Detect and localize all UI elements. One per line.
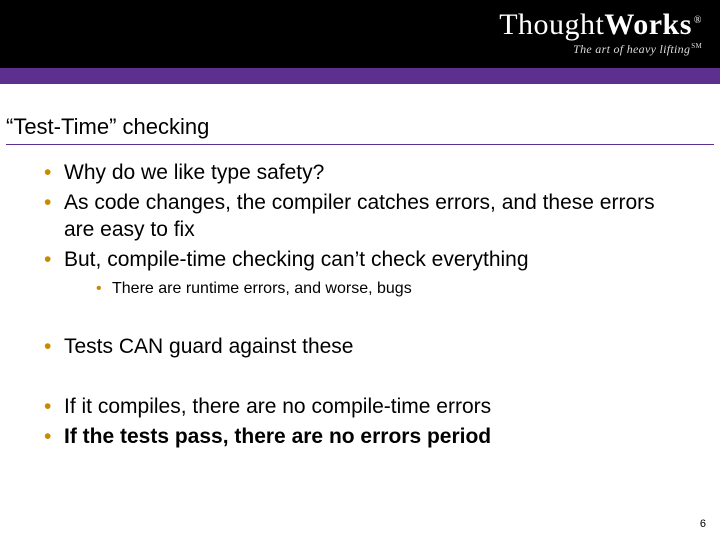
logo-tagline-text: The art of heavy lifting bbox=[573, 42, 690, 56]
logo-part-b: Works bbox=[604, 8, 692, 41]
bullet-text: If the tests pass, there are no errors p… bbox=[64, 425, 491, 448]
title-underline: “Test-Time” checking bbox=[6, 114, 714, 145]
bullet-text: But, compile-time checking can’t check e… bbox=[64, 248, 529, 271]
logo-registered: ® bbox=[694, 15, 702, 26]
logo-part-a: Thought bbox=[499, 8, 604, 41]
header-purple-bar bbox=[0, 68, 720, 84]
page-number: 6 bbox=[700, 518, 706, 530]
bullet-list: Tests CAN guard against these bbox=[40, 334, 690, 360]
list-item: Tests CAN guard against these bbox=[40, 334, 690, 360]
list-item: There are runtime errors, and worse, bug… bbox=[94, 279, 690, 300]
bullet-text: There are runtime errors, and worse, bug… bbox=[112, 280, 412, 297]
list-item: If the tests pass, there are no errors p… bbox=[40, 424, 690, 450]
list-item: If it compiles, there are no compile-tim… bbox=[40, 394, 690, 420]
sub-bullet-list: There are runtime errors, and worse, bug… bbox=[94, 279, 690, 300]
bullet-list: If it compiles, there are no compile-tim… bbox=[40, 394, 690, 451]
list-item: As code changes, the compiler catches er… bbox=[40, 190, 690, 243]
list-item: But, compile-time checking can’t check e… bbox=[40, 247, 690, 300]
bullet-text: Tests CAN guard against these bbox=[64, 335, 354, 358]
logo-sm-mark: SM bbox=[691, 42, 702, 50]
content-area: Why do we like type safety? As code chan… bbox=[40, 160, 690, 455]
spacer bbox=[40, 364, 690, 394]
bullet-text: As code changes, the compiler catches er… bbox=[64, 191, 655, 240]
logo-text: ThoughtWorks® bbox=[499, 10, 702, 40]
slide-title: “Test-Time” checking bbox=[6, 114, 209, 139]
logo: ThoughtWorks® The art of heavy liftingSM bbox=[499, 10, 702, 57]
spacer bbox=[40, 304, 690, 334]
title-area: “Test-Time” checking bbox=[6, 114, 714, 145]
bullet-text: If it compiles, there are no compile-tim… bbox=[64, 395, 491, 418]
logo-tagline: The art of heavy liftingSM bbox=[499, 42, 702, 57]
bullet-text: Why do we like type safety? bbox=[64, 161, 324, 184]
list-item: Why do we like type safety? bbox=[40, 160, 690, 186]
bullet-list: Why do we like type safety? As code chan… bbox=[40, 160, 690, 300]
